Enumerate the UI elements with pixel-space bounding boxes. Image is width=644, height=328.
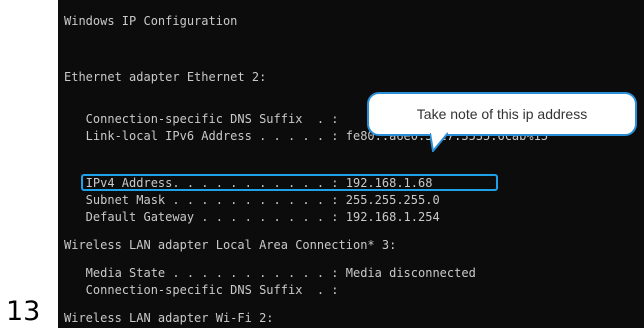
ipv4-highlight-box bbox=[81, 174, 498, 191]
callout-text: Take note of this ip address bbox=[416, 106, 588, 122]
command-prompt-window: Windows IP Configuration Ethernet adapte… bbox=[58, 0, 644, 328]
console-line-ethernet-header: Ethernet adapter Ethernet 2: bbox=[64, 70, 267, 84]
console-line-default-gateway: Default Gateway . . . . . . . . . : 192.… bbox=[64, 210, 440, 224]
console-line-subnet-mask: Subnet Mask . . . . . . . . . . . : 255.… bbox=[64, 193, 440, 207]
console-line-wireless-local-header: Wireless LAN adapter Local Area Connecti… bbox=[64, 238, 397, 252]
console-line-dns-suffix: Connection-specific DNS Suffix . : bbox=[64, 112, 339, 126]
console-line-wifi-header: Wireless LAN adapter Wi-Fi 2: bbox=[64, 311, 274, 325]
callout-bubble: Take note of this ip address bbox=[367, 92, 637, 136]
console-line-media-state: Media State . . . . . . . . . . . : Medi… bbox=[64, 266, 476, 280]
console-line-title: Windows IP Configuration bbox=[64, 14, 238, 28]
console-line-dns-suffix-2: Connection-specific DNS Suffix . : bbox=[64, 283, 339, 297]
callout-tail bbox=[430, 132, 448, 152]
step-number: 13 bbox=[6, 296, 41, 327]
